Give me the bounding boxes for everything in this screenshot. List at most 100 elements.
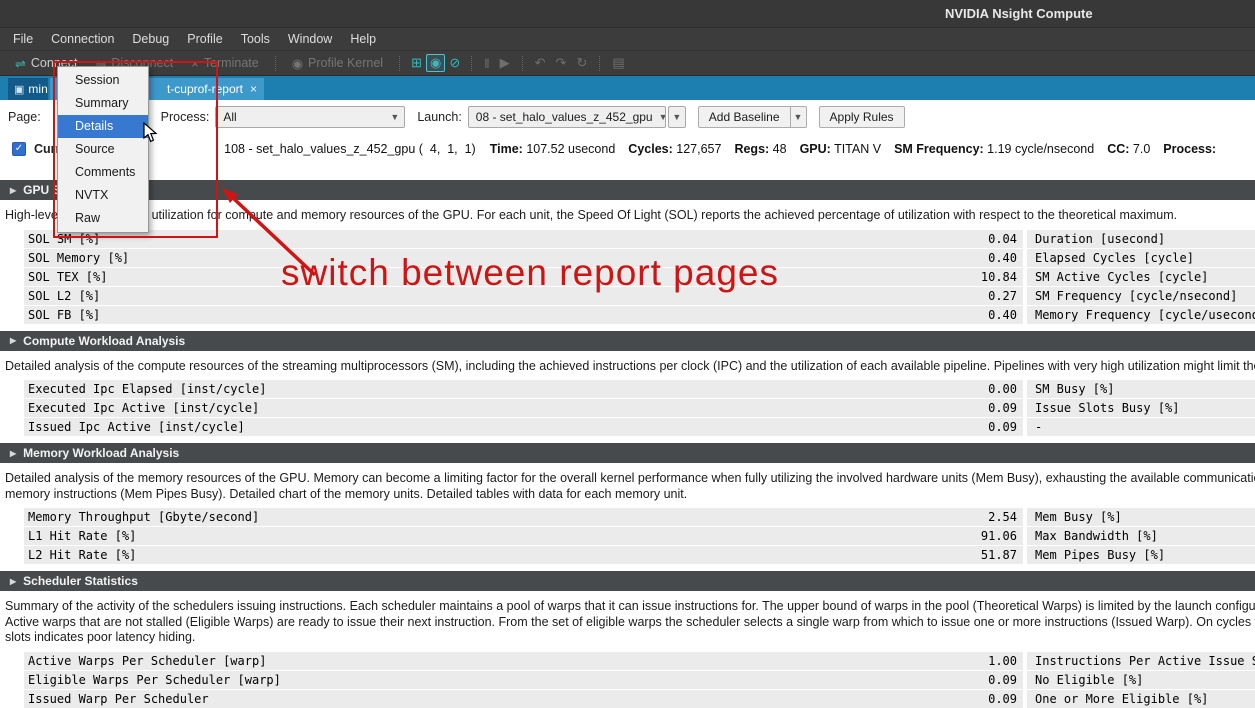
menu-connection[interactable]: Connection [42,29,123,49]
table-row: SOL Memory [%]0.40 Elapsed Cycles [cycle… [24,249,1255,267]
table-row: Memory Throughput [Gbyte/second]2.54 Mem… [24,508,1255,526]
expand-triangle-icon[interactable]: ▶ [10,577,16,586]
close-icon[interactable]: × [250,82,257,96]
apply-rules-button[interactable]: Apply Rules [819,106,905,128]
menu-profile[interactable]: Profile [178,29,231,49]
table-row: Eligible Warps Per Scheduler [warp]0.09 … [24,671,1255,689]
toolbar: ⇌ Connect ⇋ Disconnect × Terminate ◉ Pro… [0,50,1255,76]
section-header[interactable]: ▶ Scheduler Statistics [0,571,1255,591]
process-label: Process: [161,110,210,124]
section-title: Scheduler Statistics [23,574,138,588]
kernel-name: 108 - set_halo_values_z_452_gpu ( 4, 1, … [224,142,476,156]
add-baseline-dropdown-button[interactable]: ▼ [791,106,807,128]
section-compute-workload-analysis: ▶ Compute Workload Analysis Detailed ana… [0,331,1255,437]
menu-window[interactable]: Window [279,29,341,49]
refresh-icon[interactable]: ↻ [571,55,592,71]
launch-label: Launch: [417,110,461,124]
profile-kernel-icon: ◉ [292,57,303,70]
table-row: L2 Hit Rate [%]51.87 Mem Pipes Busy [%] [24,546,1255,564]
section-title: Memory Workload Analysis [23,446,179,460]
tab-min-report[interactable]: ▣ min [8,78,48,100]
menu-item-source[interactable]: Source [58,138,148,161]
window-titlebar: NVIDIA Nsight Compute [0,0,1255,27]
metric-table: Active Warps Per Scheduler [warp]1.00 In… [24,652,1255,708]
kernel-stats: Time: 107.52 usecond Cycles: 127,657 Reg… [490,142,1233,156]
section-gpu-speed-of-light: ▶ GPU Speed Of Light High-level overview… [0,180,1255,324]
toolbar-separator [275,56,276,71]
pause-icon[interactable]: ‖ [479,56,494,71]
kernel-process: Process: [1163,142,1219,156]
metric-table: SOL SM [%]0.04 Duration [usecond] SOL Me… [24,230,1255,324]
menu-file[interactable]: File [4,29,42,49]
menu-item-raw[interactable]: Raw [58,207,148,230]
kernel-time: Time: 107.52 usecond [490,142,616,156]
table-row: Issued Ipc Active [inst/cycle]0.09 - [24,418,1255,436]
kernel-sm-frequency: SM Frequency: 1.19 cycle/nsecond [894,142,1094,156]
table-row: L1 Hit Rate [%]91.06 Max Bandwidth [%] [24,527,1255,545]
table-row: Executed Ipc Active [inst/cycle]0.09 Iss… [24,399,1255,417]
menu-debug[interactable]: Debug [123,29,178,49]
section-description: Detailed analysis of the compute resourc… [5,359,1255,375]
current-kernel-row: ✓ Current 108 - set_halo_values_z_452_gp… [0,134,1255,164]
process-selector[interactable]: All ▼ [215,106,405,128]
terminate-x-icon: × [191,57,199,70]
menu-tools[interactable]: Tools [232,29,279,49]
metric-grid-icon[interactable]: ⊞ [407,55,426,71]
section-title: Compute Workload Analysis [23,334,185,348]
table-row: Active Warps Per Scheduler [warp]1.00 In… [24,652,1255,670]
chevron-down-icon: ▼ [390,112,399,122]
toolbar-separator [399,56,400,71]
profile-skip-icon[interactable]: ⊘ [445,55,464,71]
menubar: File Connection Debug Profile Tools Wind… [0,27,1255,50]
redo-icon[interactable]: ↷ [551,55,572,71]
profile-kernel-button[interactable]: ◉ Profile Kernel [283,56,392,70]
page-label: Page: [8,110,41,124]
expand-triangle-icon[interactable]: ▶ [10,186,16,195]
window-title: NVIDIA Nsight Compute [945,6,1093,21]
add-baseline-button[interactable]: Add Baseline [698,106,791,128]
add-baseline-split-button: Add Baseline ▼ [698,106,807,128]
chevron-down-icon: ▼ [659,112,666,122]
step-icon[interactable]: ▶ [495,55,515,71]
section-header[interactable]: ▶ Memory Workload Analysis [0,443,1255,463]
metric-table: Memory Throughput [Gbyte/second]2.54 Mem… [24,508,1255,564]
current-kernel-checkbox[interactable]: ✓ [12,142,26,156]
plug-icon: ⇌ [15,57,26,70]
menu-item-nvtx[interactable]: NVTX [58,184,148,207]
launch-dropdown-button[interactable]: ▼ [668,106,686,128]
expand-triangle-icon[interactable]: ▶ [10,336,16,345]
section-header[interactable]: ▶ GPU Speed Of Light [0,180,1255,200]
report-controls: Page: Details ▼ Process: All ▼ Launch: 0… [0,100,1255,134]
toolbar-separator [471,56,472,71]
launch-selector[interactable]: 08 - set_halo_values_z_452_gpu ▼ [468,106,666,128]
table-row: SOL SM [%]0.04 Duration [usecond] [24,230,1255,248]
menu-item-session[interactable]: Session [58,69,148,92]
document-tabbar: ▣ min t-cuprof-report × [0,76,1255,100]
section-description: High-level overview of the utilization f… [5,208,1255,224]
menu-item-summary[interactable]: Summary [58,92,148,115]
profile-target-icon[interactable]: ◉ [426,54,445,72]
section-description: Summary of the activity of the scheduler… [5,599,1255,646]
kernel-cc: CC: 7.0 [1107,142,1150,156]
undo-icon[interactable]: ↶ [530,55,551,71]
table-row: SOL TEX [%]10.84 SM Active Cycles [cycle… [24,268,1255,286]
menu-item-comments[interactable]: Comments [58,161,148,184]
kernel-cycles: Cycles: 127,657 [628,142,721,156]
menu-help[interactable]: Help [341,29,385,49]
toolbar-separator [522,56,523,71]
menu-item-details[interactable]: Details [58,115,148,138]
report-tab-icon: ▣ [14,83,24,96]
metric-table: Executed Ipc Elapsed [inst/cycle]0.00 SM… [24,380,1255,436]
expand-triangle-icon[interactable]: ▶ [10,449,16,458]
page-dropdown-menu: Session Summary Details Source Comments … [57,66,149,233]
terminate-button[interactable]: × Terminate [182,56,267,70]
report-body: ▶ GPU Speed Of Light High-level overview… [0,164,1255,708]
kernel-regs: Regs: 48 [734,142,786,156]
section-header[interactable]: ▶ Compute Workload Analysis [0,331,1255,351]
table-row: SOL FB [%]0.40 Memory Frequency [cycle/u… [24,306,1255,324]
layers-icon[interactable]: ▤ [607,55,629,71]
kernel-gpu: GPU: TITAN V [800,142,882,156]
table-row: SOL L2 [%]0.27 SM Frequency [cycle/nseco… [24,287,1255,305]
section-memory-workload-analysis: ▶ Memory Workload Analysis Detailed anal… [0,443,1255,564]
section-description: Detailed analysis of the memory resource… [5,471,1255,502]
